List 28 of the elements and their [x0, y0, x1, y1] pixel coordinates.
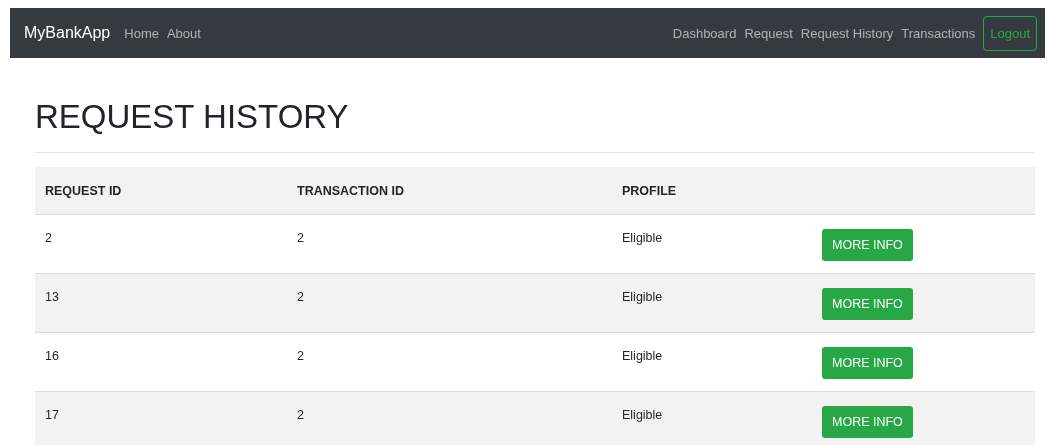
logout-button[interactable]: Logout [983, 15, 1037, 51]
page-heading: REQUEST HISTORY [35, 98, 1035, 153]
table-cell: 16 [45, 349, 59, 363]
table-cell: 2 [297, 290, 304, 304]
column-header: REQUEST ID [45, 183, 122, 198]
table-cell: Eligible [622, 349, 663, 363]
more-info-button[interactable]: MORE INFO [822, 347, 913, 379]
table-cell: 13 [45, 290, 59, 304]
table-cell: Eligible [622, 231, 663, 245]
nav-link[interactable]: Request [744, 25, 793, 41]
brand-logo[interactable]: MyBankApp [24, 24, 111, 42]
more-info-button[interactable]: MORE INFO [822, 288, 913, 320]
column-header: PROFILE [622, 183, 677, 198]
nav-link[interactable]: Home [124, 25, 159, 41]
more-info-button[interactable]: MORE INFO [822, 229, 913, 261]
nav-link[interactable]: About [166, 25, 201, 41]
table-cell: 2 [297, 349, 304, 363]
nav-link[interactable]: Transactions [901, 25, 976, 41]
table-cell: 2 [45, 231, 52, 245]
nav-link[interactable]: Request History [800, 25, 894, 41]
more-info-button[interactable]: MORE INFO [822, 406, 913, 438]
column-header: TRANSACTION ID [297, 183, 404, 198]
table-cell: Eligible [622, 408, 663, 422]
table-cell: 17 [45, 408, 59, 422]
nav-link[interactable]: Dashboard [672, 25, 737, 41]
table-cell: 2 [297, 231, 304, 245]
table-cell: Eligible [622, 290, 663, 304]
table-cell: 2 [297, 408, 304, 422]
